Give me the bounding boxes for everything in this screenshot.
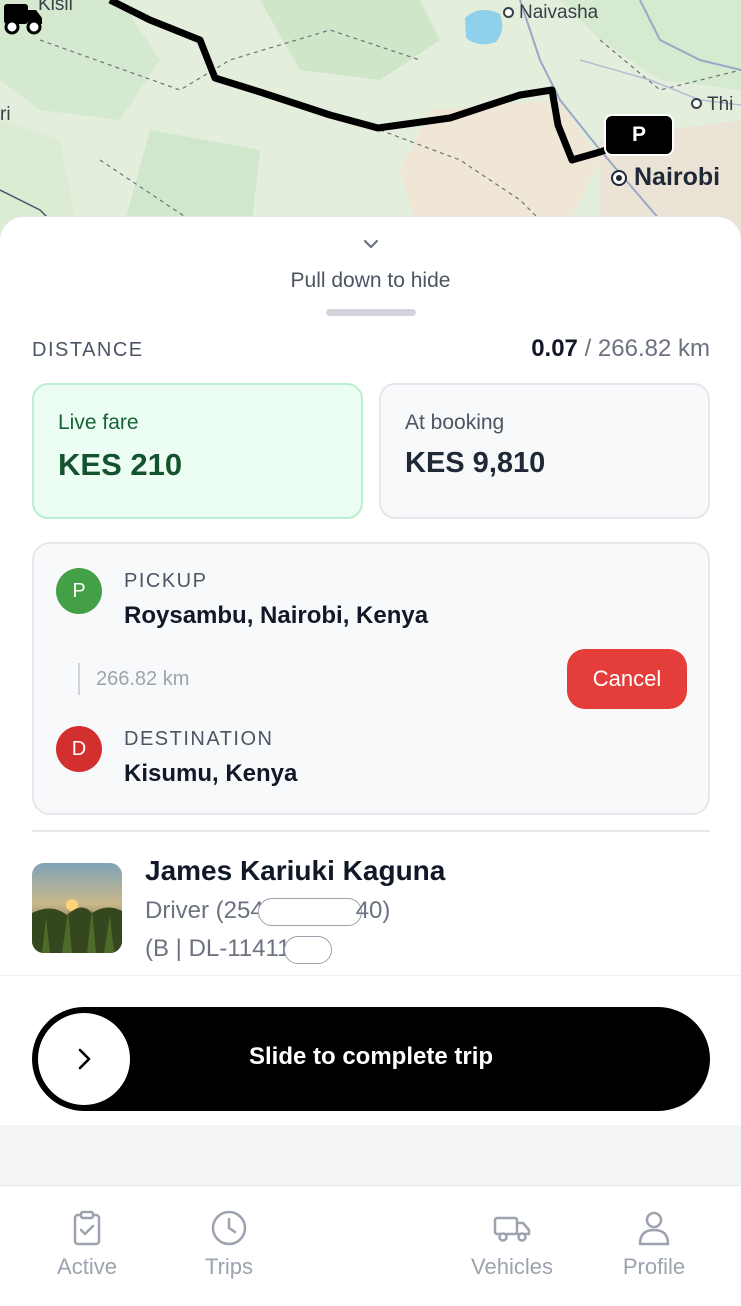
nav-item-vehicles[interactable]: Vehicles bbox=[452, 1208, 572, 1280]
driver-license-prefix: (B | DL-11411 bbox=[145, 935, 291, 962]
driver-phone: Driver (254 40) bbox=[145, 897, 390, 926]
nav-label-active: Active bbox=[57, 1254, 117, 1279]
pickup-badge: P bbox=[56, 568, 102, 614]
redaction-mark bbox=[257, 897, 362, 926]
route-card: P PICKUP Roysambu, Nairobi, Kenya 266.82… bbox=[32, 542, 710, 815]
pickup-label: PICKUP bbox=[124, 570, 208, 592]
complete-trip-slider[interactable]: Slide to complete trip bbox=[32, 1007, 710, 1111]
nav-label-vehicles: Vehicles bbox=[471, 1254, 553, 1279]
driver-phone-prefix: Driver (254 bbox=[145, 897, 264, 924]
booking-fare-value: KES 9,810 bbox=[405, 447, 546, 479]
sheet-drag-handle[interactable] bbox=[326, 309, 416, 316]
nav-item-trips[interactable]: Trips bbox=[169, 1208, 289, 1280]
pull-to-hide-hint: Pull down to hide bbox=[290, 269, 451, 292]
driver-name: James Kariuki Kaguna bbox=[145, 855, 446, 886]
map-town-dot bbox=[503, 7, 514, 18]
distance-separator: / bbox=[577, 335, 598, 362]
map-label-nairobi: Nairobi bbox=[634, 163, 721, 191]
pickup-address: Roysambu, Nairobi, Kenya bbox=[124, 602, 429, 629]
nav-label-trips: Trips bbox=[204, 1254, 254, 1279]
redaction-mark bbox=[284, 935, 333, 964]
route-distance: 266.82 km bbox=[96, 668, 190, 690]
pickup-map-marker[interactable]: P bbox=[604, 114, 674, 156]
bottom-nav: Active Trips Vehicles Profile bbox=[0, 1185, 741, 1306]
nav-label-profile: Profile bbox=[622, 1254, 686, 1279]
vehicle-marker-icon bbox=[4, 4, 42, 35]
driver-photo bbox=[32, 863, 122, 953]
distance-value: 0.07 / 266.82 km bbox=[531, 335, 710, 363]
spacer bbox=[0, 1125, 741, 1187]
booking-fare-label: At booking bbox=[405, 411, 505, 434]
distance-total: 266.82 km bbox=[597, 335, 710, 362]
clock-icon bbox=[211, 1210, 247, 1246]
trip-bottom-sheet: Pull down to hide DISTANCE 0.07 / 266.82… bbox=[0, 216, 741, 1306]
map-town-dot bbox=[691, 98, 702, 109]
map-label-naivasha: Naivasha bbox=[519, 2, 599, 23]
nav-item-profile[interactable]: Profile bbox=[594, 1208, 714, 1280]
driver-phone-suffix: 40) bbox=[355, 897, 391, 924]
driver-avatar bbox=[32, 863, 122, 953]
driver-license: (B | DL-11411 bbox=[145, 935, 333, 964]
map-label-thika: Thi bbox=[707, 94, 734, 115]
route-connector bbox=[78, 663, 80, 695]
destination-label: DESTINATION bbox=[124, 728, 274, 750]
map-view[interactable]: Kisii Naivasha Thi ri Nairobi P bbox=[0, 0, 741, 240]
destination-badge: D bbox=[56, 726, 102, 772]
nav-item-active[interactable]: Active bbox=[27, 1208, 147, 1280]
chevron-down-icon[interactable] bbox=[361, 237, 381, 251]
cancel-button[interactable]: Cancel bbox=[567, 649, 687, 709]
live-fare-value: KES 210 bbox=[58, 447, 183, 482]
map-label-edge: ri bbox=[0, 104, 11, 125]
distance-covered: 0.07 bbox=[531, 335, 578, 362]
live-fare-label: Live fare bbox=[58, 411, 139, 434]
section-divider bbox=[32, 830, 710, 832]
user-icon bbox=[638, 1211, 670, 1246]
slider-label: Slide to complete trip bbox=[248, 1043, 494, 1070]
booking-fare-card: At booking KES 9,810 bbox=[379, 383, 710, 519]
live-fare-card: Live fare KES 210 bbox=[32, 383, 363, 519]
clipboard-check-icon bbox=[73, 1210, 101, 1246]
truck-icon bbox=[493, 1216, 531, 1242]
map-city-dot bbox=[613, 172, 625, 184]
distance-label: DISTANCE bbox=[32, 339, 144, 361]
destination-address: Kisumu, Kenya bbox=[124, 760, 298, 787]
